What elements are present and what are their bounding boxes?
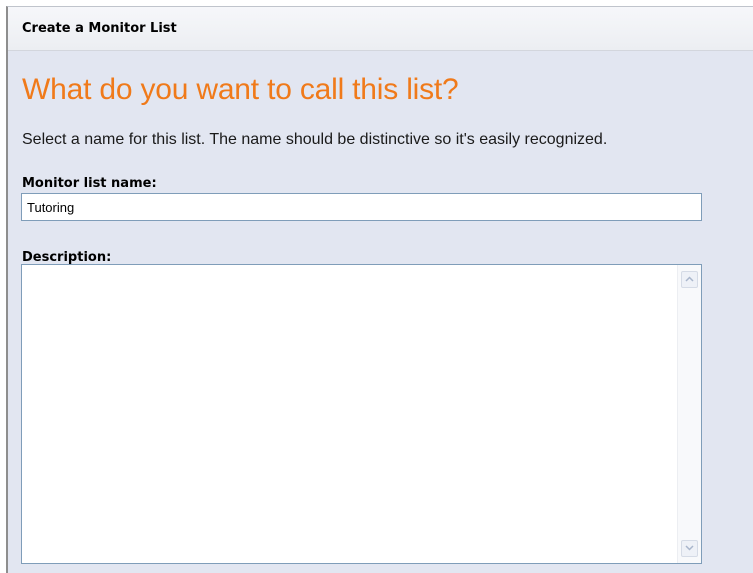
create-monitor-list-window: Create a Monitor List What do you want t… [6,6,753,573]
window-title-bar: Create a Monitor List [8,7,753,51]
description-textarea[interactable] [21,264,702,564]
instructions-text: Select a name for this list. The name sh… [22,131,608,148]
monitor-list-name-label: Monitor list name: [22,176,157,191]
description-label: Description: [22,250,112,265]
scroll-up-button[interactable] [681,271,698,288]
chevron-down-icon [685,545,694,551]
scroll-down-button[interactable] [681,540,698,557]
window-title: Create a Monitor List [22,21,177,36]
chevron-up-icon [685,276,694,282]
description-scrollbar[interactable] [677,265,701,563]
page-heading: What do you want to call this list? [22,73,459,106]
monitor-list-name-input[interactable] [21,193,702,221]
